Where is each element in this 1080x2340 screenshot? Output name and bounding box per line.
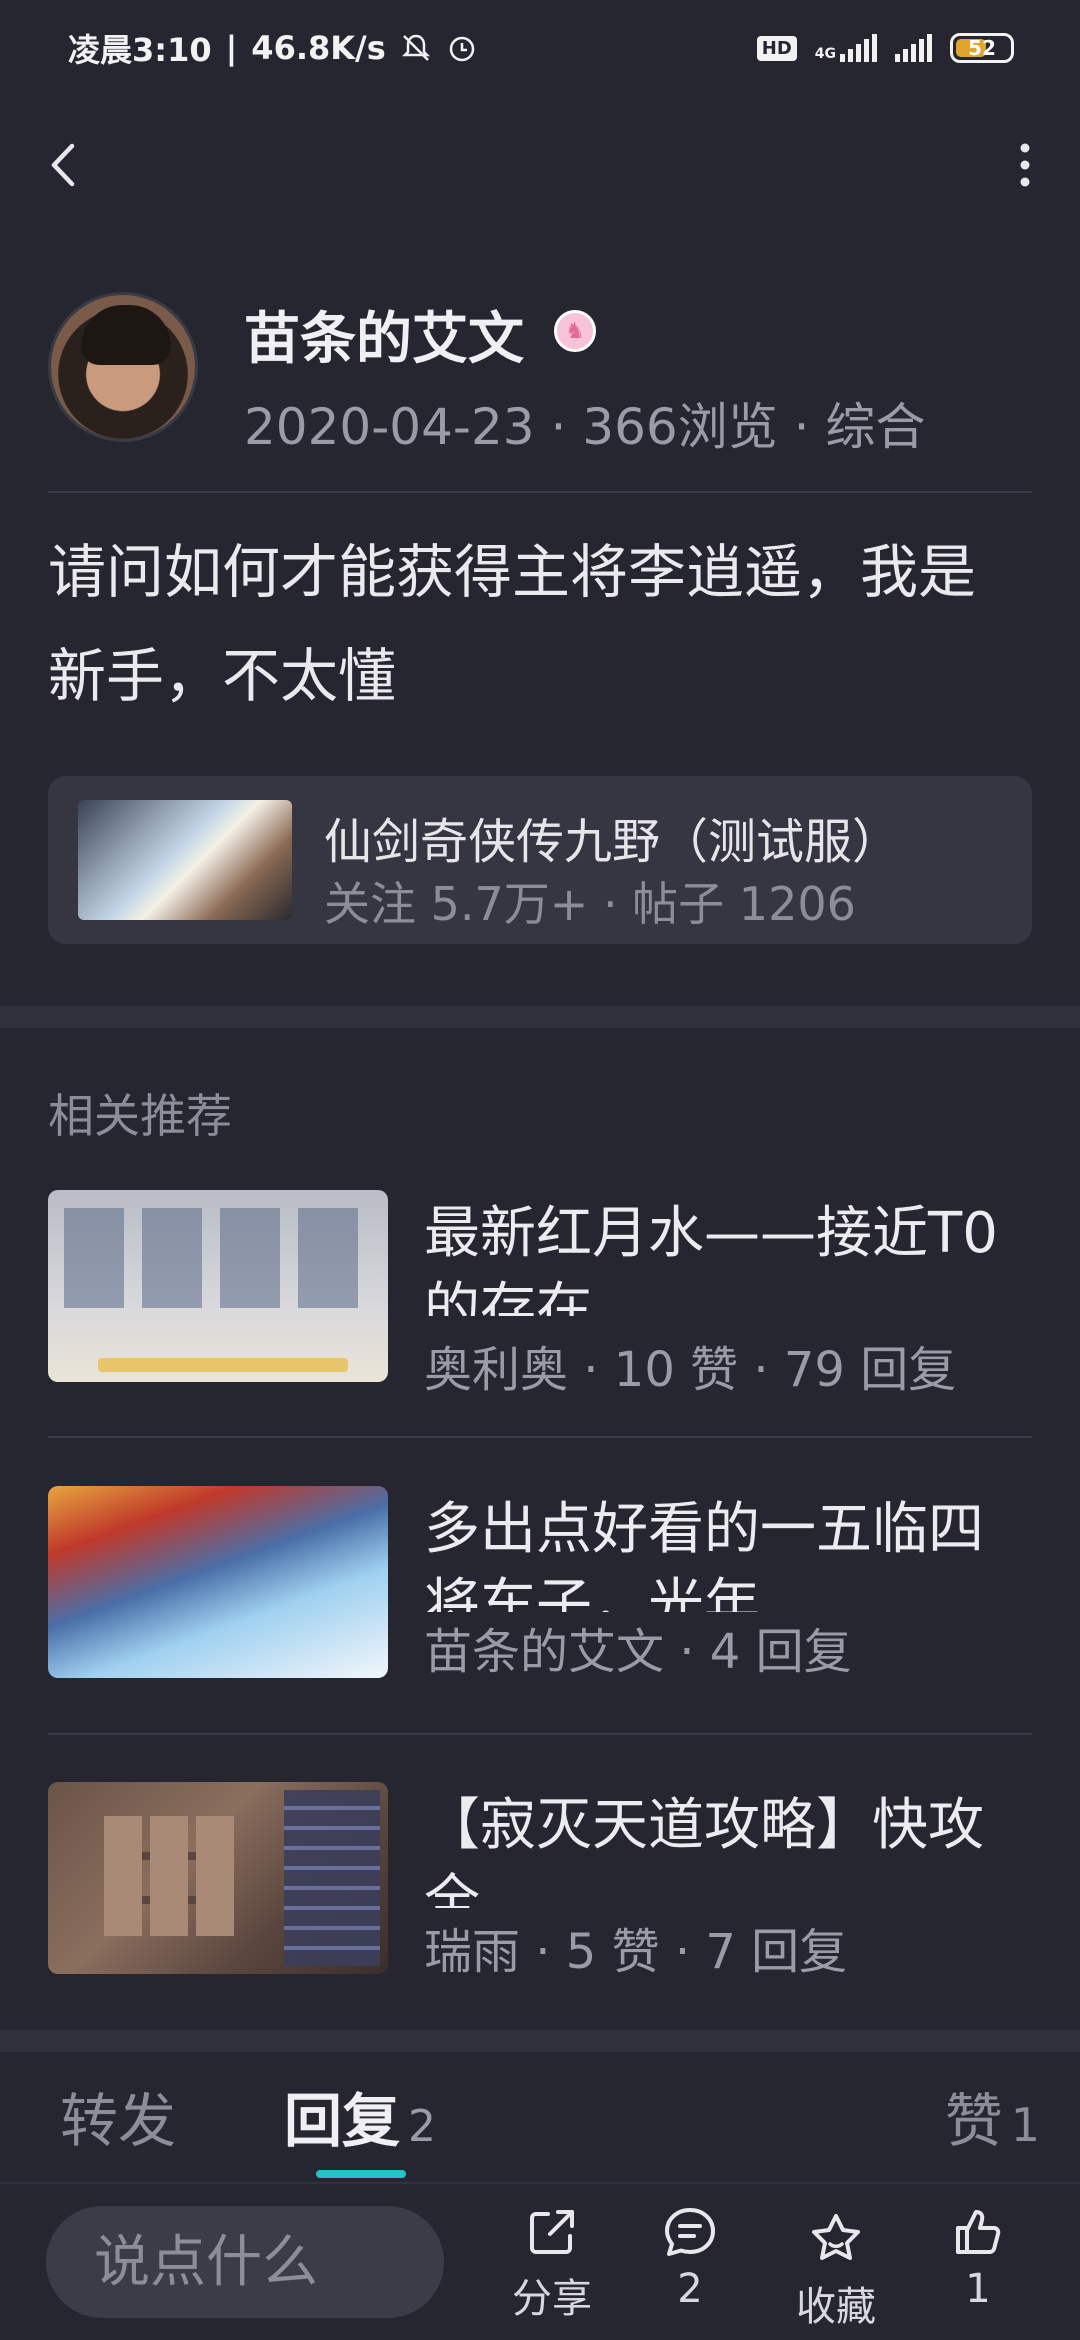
related-item-title: 多出点好看的一五临四将车子，光年	[424, 1497, 984, 1612]
post-meta: 2020-04-23 · 366浏览 · 综合	[244, 398, 926, 456]
favorite-button[interactable]: 收藏	[776, 2210, 896, 2332]
related-item-title: 最新红月水——接近T0的存在	[424, 1201, 998, 1316]
forum-thumbnail	[78, 800, 292, 920]
tab-reply-label: 回复	[284, 2087, 401, 2155]
related-item-meta: 奥利奥 · 10 赞 · 79 回复	[424, 1342, 957, 1398]
related-title: 相关推荐	[48, 1089, 232, 1143]
share-icon	[530, 2210, 574, 2254]
related-thumbnail	[48, 1486, 388, 1678]
divider	[48, 1436, 1032, 1438]
related-thumbnail	[48, 1190, 388, 1382]
tab-like-label: 赞	[944, 2087, 1003, 2155]
like-count: 1	[965, 2266, 991, 2312]
battery-icon: 52	[950, 33, 1014, 63]
status-bar: 凌晨3:10 | 46.8K/s HD 4G 52	[0, 0, 1080, 96]
share-button[interactable]: 分享	[492, 2204, 612, 2324]
bottom-action-bar: 分享 2 收藏 1	[0, 2182, 1080, 2340]
like-button[interactable]: 1	[918, 2204, 1038, 2312]
related-item-meta: 苗条的艾文 · 4 回复	[424, 1624, 852, 1680]
tab-reply[interactable]: 回复 2	[284, 2074, 436, 2158]
thumbs-up-icon	[956, 2210, 1001, 2254]
forum-name: 仙剑奇侠传九野（测试服）	[324, 814, 901, 870]
section-separator	[0, 2030, 1080, 2052]
back-arrow-icon[interactable]	[40, 140, 90, 190]
tab-like-count: 1	[1010, 2098, 1040, 2152]
tab-like[interactable]: 赞1	[945, 2074, 1040, 2158]
battery-level: 52	[968, 36, 996, 60]
related-item[interactable]: 多出点好看的一五临四将车子，光年 苗条的艾文 · 4 回复	[48, 1486, 1032, 1686]
level-badge-icon: ♞	[554, 310, 596, 352]
star-icon	[812, 2214, 860, 2260]
tab-bar: 转发 回复 2 赞1	[0, 2052, 1080, 2180]
related-item[interactable]: 最新红月水——接近T0的存在 奥利奥 · 10 赞 · 79 回复	[48, 1190, 1032, 1398]
network-speed: 46.8K/s	[251, 29, 386, 67]
forum-card[interactable]: 仙剑奇侠传九野（测试服） 关注 5.7万+ · 帖子 1206	[48, 776, 1032, 944]
tab-forward-label: 转发	[60, 2087, 177, 2155]
more-options-icon[interactable]	[1000, 138, 1050, 192]
comment-button[interactable]: 2	[630, 2204, 750, 2312]
hd-badge: HD	[756, 35, 797, 61]
divider	[48, 1733, 1032, 1735]
forum-stats: 关注 5.7万+ · 帖子 1206	[324, 877, 856, 931]
nav-bar	[0, 120, 1080, 210]
comment-input[interactable]	[46, 2206, 444, 2318]
signal-icon	[840, 34, 877, 62]
post-content: 请问如何才能获得主将李逍遥，我是新手，不太懂	[48, 538, 977, 710]
comment-icon	[665, 2208, 715, 2256]
share-label: 分享	[512, 2276, 592, 2322]
tab-reply-count: 2	[408, 2101, 437, 2152]
author-name[interactable]: 苗条的艾文	[244, 294, 524, 375]
status-separator: |	[225, 29, 238, 67]
tab-forward[interactable]: 转发	[60, 2074, 176, 2158]
section-separator	[0, 1006, 1080, 1028]
network-type: 4G	[814, 46, 836, 62]
related-item[interactable]: 【寂灭天道攻略】快攻全 瑞雨 · 5 赞 · 7 回复	[48, 1782, 1032, 1982]
post-author: 苗条的艾文 ♞ 2020-04-23 · 366浏览 · 综合	[48, 292, 1032, 456]
related-item-meta: 瑞雨 · 5 赞 · 7 回复	[424, 1924, 848, 1980]
signal-icon-2	[895, 34, 932, 62]
tab-indicator	[316, 2170, 406, 2178]
comment-count: 2	[677, 2266, 703, 2312]
divider	[48, 491, 1032, 493]
related-thumbnail	[48, 1782, 388, 1974]
mute-bell-icon	[401, 34, 430, 61]
status-time: 凌晨3:10	[68, 31, 212, 69]
favorite-label: 收藏	[796, 2284, 876, 2330]
avatar[interactable]	[48, 292, 198, 442]
alarm-icon	[449, 36, 475, 62]
related-item-title: 【寂灭天道攻略】快攻全	[424, 1793, 984, 1908]
